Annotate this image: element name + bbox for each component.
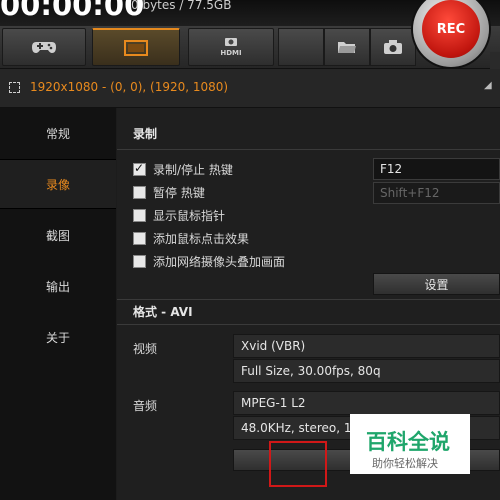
checkbox[interactable] (133, 231, 146, 245)
checkbox[interactable] (133, 254, 146, 268)
region-dimensions: 1920x1080 - (0, 0), (1920, 1080) (30, 80, 229, 94)
video-label: 视频 (133, 342, 158, 356)
option-pause-hotkey[interactable]: 暂停 热键 (133, 184, 205, 200)
audio-codec-select[interactable]: MPEG-1 L2 (233, 391, 500, 415)
format-section-title: 格式 - AVI (133, 305, 193, 319)
recording-timer: 00:00:00 (0, 0, 145, 22)
sidebar-item-video[interactable]: 录像 (0, 159, 116, 209)
settings-sidebar: 常规 录像 截图 输出 关于 (0, 108, 116, 500)
sidebar-item-general[interactable]: 常规 (0, 108, 116, 158)
sidebar-item-screenshot[interactable]: 截图 (0, 210, 116, 260)
svg-text:HDMI: HDMI (220, 49, 241, 57)
sidebar-item-label: 常规 (45, 126, 70, 141)
audio-label: 音频 (133, 399, 158, 413)
gamepad-icon (32, 42, 56, 53)
video-detail-field[interactable]: Full Size, 30.00fps, 80q (233, 359, 500, 383)
chevron-down-icon[interactable]: ◢ (484, 80, 492, 91)
option-webcam-overlay[interactable]: 添加网络摄像头叠加画面 (133, 253, 285, 269)
section-divider (117, 149, 500, 150)
option-label: 添加网络摄像头叠加画面 (153, 254, 286, 269)
option-label: 显示鼠标指针 (153, 208, 226, 223)
option-click-effect[interactable]: 添加鼠标点击效果 (133, 230, 249, 246)
record-label: REC (436, 21, 466, 37)
folder-icon (338, 42, 356, 53)
sidebar-item-about[interactable]: 关于 (0, 312, 116, 362)
option-record-hotkey[interactable]: 录制/停止 热键 (133, 161, 233, 177)
game-mode-tab[interactable] (2, 28, 86, 66)
sidebar-item-label: 关于 (45, 330, 70, 345)
screen-icon (124, 39, 148, 56)
open-folder-button[interactable] (324, 28, 370, 66)
region-select-icon[interactable] (9, 82, 20, 93)
hdmi-icon: HDMI (220, 38, 242, 57)
highlight-box (269, 441, 327, 487)
sidebar-item-label: 截图 (45, 228, 70, 243)
record-hotkey-field[interactable]: F12 (373, 158, 500, 180)
video-codec-select[interactable]: Xvid (VBR) (233, 334, 500, 358)
checkbox[interactable] (133, 161, 146, 176)
checkbox[interactable] (133, 208, 146, 222)
screen-mode-tab[interactable] (92, 28, 180, 66)
option-label: 添加鼠标点击效果 (153, 231, 250, 246)
option-label: 暂停 热键 (153, 185, 205, 200)
record-button-face: REC (422, 0, 480, 58)
watermark-subtitle: 助你轻松解决 (372, 457, 438, 470)
sidebar-item-label: 输出 (45, 279, 70, 294)
hdmi-mode-tab[interactable]: HDMI (188, 28, 274, 66)
sidebar-item-label: 录像 (45, 177, 70, 192)
section-divider (117, 324, 500, 325)
section-divider (117, 299, 500, 300)
record-settings-button[interactable]: 设置 (373, 273, 500, 295)
region-bar: 1920x1080 - (0, 0), (1920, 1080) ◢ (0, 69, 500, 108)
sidebar-item-output[interactable]: 输出 (0, 261, 116, 311)
toolbar-spacer-button[interactable] (278, 28, 324, 66)
pause-hotkey-field[interactable]: Shift+F12 (373, 182, 500, 204)
file-size-readout: 0 bytes / 77.5GB (131, 0, 232, 12)
option-label: 录制/停止 热键 (153, 162, 233, 177)
checkbox[interactable] (133, 185, 146, 199)
watermark-title: 百科全说 (366, 430, 450, 454)
record-section-title: 录制 (133, 127, 158, 141)
camera-icon (384, 40, 402, 54)
option-show-cursor[interactable]: 显示鼠标指针 (133, 207, 225, 223)
watermark-logo: 百科全说 助你轻松解决 (350, 414, 470, 474)
screenshot-button[interactable] (370, 28, 416, 66)
